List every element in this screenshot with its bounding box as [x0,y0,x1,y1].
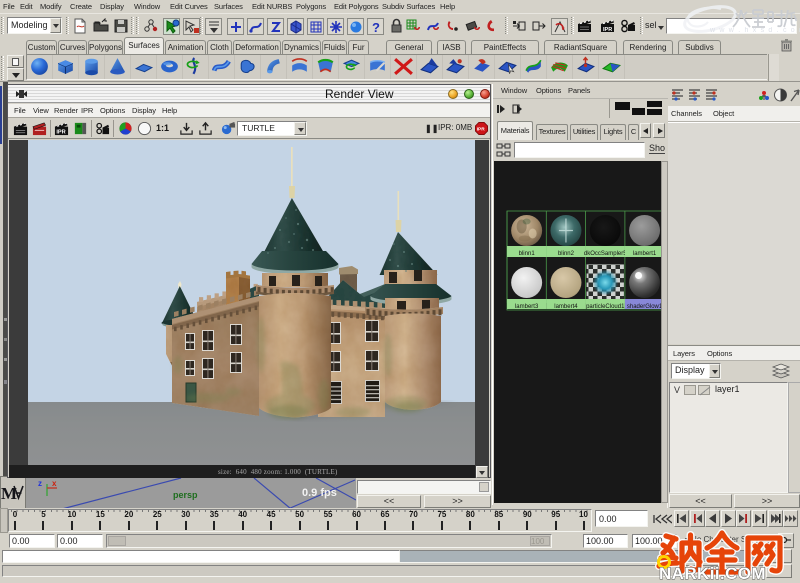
svg-text:blinn1: blinn1 [519,251,536,257]
svg-text:persp: persp [173,490,198,500]
svg-text:dkOccSampler5: dkOccSampler5 [584,251,627,257]
svg-text:?: ? [372,20,380,35]
svg-text:particleCloud1: particleCloud1 [586,304,625,310]
svg-text:w w w . h x s d . c o m . c n: w w w . h x s d . c o m . c n [709,27,800,34]
svg-text:0.9 fps: 0.9 fps [302,487,337,499]
svg-text:lambert1: lambert1 [633,251,657,257]
svg-text:lambert4: lambert4 [554,304,578,310]
svg-text:NARKii.COM: NARKii.COM [659,564,766,583]
svg-text:IPR: IPR [603,27,612,33]
svg-text:z: z [38,479,42,488]
svg-text:x: x [52,479,57,488]
svg-text:lambert3: lambert3 [515,304,539,310]
svg-text:shaderGlow1: shaderGlow1 [627,304,661,310]
svg-text:blinn2: blinn2 [558,251,575,257]
svg-text:IPR: IPR [477,127,485,133]
svg-text:IPR: IPR [56,130,65,136]
